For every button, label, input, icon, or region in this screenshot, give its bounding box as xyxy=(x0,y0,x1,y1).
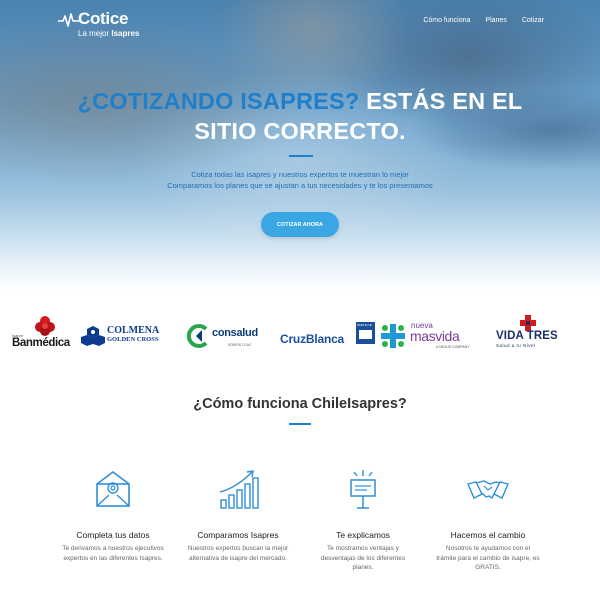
growth-chart-icon xyxy=(219,470,259,509)
cruzblanca-logo[interactable]: CruzBlanca PARTE DE xyxy=(279,322,379,352)
banmedica-logo[interactable]: Isapre Banmédica xyxy=(12,315,72,355)
consalud-logo[interactable]: consalud SOMOS CChC xyxy=(186,324,274,348)
hero-divider xyxy=(289,155,313,157)
banmedica-flower-icon xyxy=(35,316,55,336)
nav-planes[interactable]: Planes xyxy=(485,17,506,24)
step-description: Nosotros te ayudamos con el trámite para… xyxy=(436,545,540,571)
vidatres-tag: Salud a tu Nivel xyxy=(496,343,536,348)
nuevamasvida-cross-icon xyxy=(381,324,405,348)
step-title: Hacemos el cambio xyxy=(450,530,526,540)
consalud-tag: SOMOS CChC xyxy=(228,343,252,347)
cotizar-ahora-button[interactable]: Cotizar ahora xyxy=(261,212,339,237)
site-logo[interactable]: Cotice La mejor Isapres xyxy=(58,9,148,39)
hero-description: Cotiza todas las isapres y nuestros expe… xyxy=(0,169,600,191)
consalud-name: consalud xyxy=(212,327,258,339)
presentation-icon xyxy=(350,470,376,509)
logo-title: Cotice xyxy=(78,9,129,28)
cruzblanca-name: CruzBlanca xyxy=(280,332,345,346)
step-title: Te explicamos xyxy=(336,530,390,540)
colmena-name: COLMENA xyxy=(107,325,160,336)
nav-cotizar[interactable]: Cotizar xyxy=(522,17,544,24)
mail-icon xyxy=(96,471,130,507)
vidatres-name: VIDA TRES xyxy=(496,330,558,342)
colmena-hex-icon xyxy=(81,326,105,346)
nuevamasvida-name-2: masvida xyxy=(410,328,460,344)
step-title: Completa tus datos xyxy=(76,530,150,540)
main-nav: Cómo funciona Planes Cotizar xyxy=(423,17,544,24)
nav-como-funciona[interactable]: Cómo funciona xyxy=(423,17,470,24)
cruzblanca-badge: PARTE DE xyxy=(356,322,375,344)
hero-title-highlight: ¿COTIZANDO ISAPRES? xyxy=(77,88,360,114)
nuevamasvida-logo[interactable]: nueva masvida A NEXUS COMPANY xyxy=(380,321,482,351)
hero-title-rest-1: ESTÁS EN EL xyxy=(359,88,523,114)
banmedica-name: Banmédica xyxy=(12,337,70,349)
vidatres-logo[interactable]: VIDA TRES Salud a tu Nivel xyxy=(492,315,567,355)
heartbeat-icon xyxy=(58,13,80,27)
hero-line-2: Comparamos los planes que se ajustan a t… xyxy=(167,181,433,190)
colmena-subname: GOLDEN CROSS xyxy=(107,336,159,343)
step-description: Nuestros expertos buscan la mejor altern… xyxy=(187,545,289,562)
colmena-logo[interactable]: COLMENA GOLDEN CROSS xyxy=(81,325,176,346)
how-it-works-title: ¿Cómo funciona ChileIsapres? xyxy=(193,396,407,412)
vidatres-cross-icon xyxy=(520,315,536,331)
step-title: Comparamos Isapres xyxy=(197,530,279,540)
hero-section: Cotice La mejor Isapres Cómo funciona Pl… xyxy=(0,0,600,290)
hero-line-1: Cotiza todas las isapres y nuestros expe… xyxy=(191,170,409,179)
consalud-mark-icon xyxy=(186,324,208,348)
logo-subtitle: La mejor Isapres xyxy=(78,29,140,38)
hero-title-rest-2: SITIO CORRECTO. xyxy=(194,118,406,144)
step-description: Te mostramos ventajas y desventajas de l… xyxy=(320,545,406,571)
handshake-icon xyxy=(467,480,509,500)
step-description: Te derivamos a nuestros ejecutivos exper… xyxy=(62,545,164,562)
hero-title: ¿COTIZANDO ISAPRES? ESTÁS EN EL SITIO CO… xyxy=(0,86,600,146)
nuevamasvida-tag: A NEXUS COMPANY xyxy=(436,345,470,349)
how-divider xyxy=(289,423,311,425)
isapre-logos-strip: Isapre Banmédica COLMENA GOLDEN CROSS co… xyxy=(0,310,600,360)
